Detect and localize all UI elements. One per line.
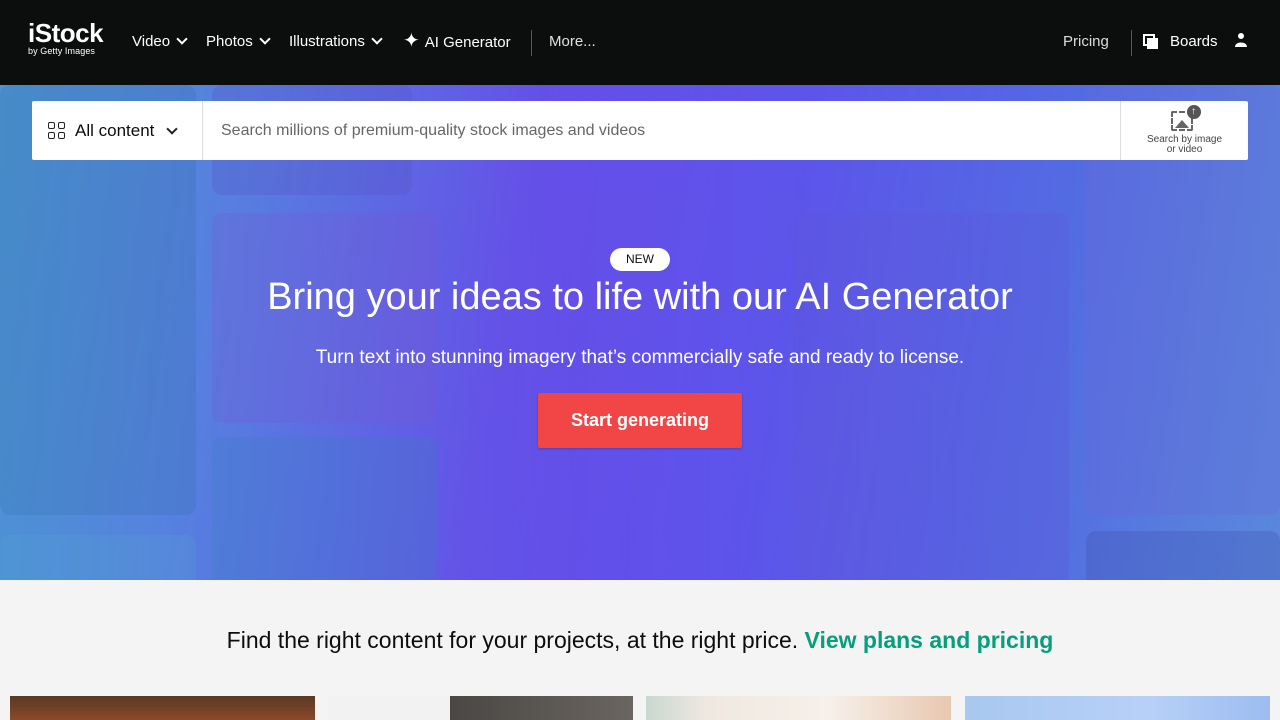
search-input[interactable]	[203, 101, 1120, 160]
featured-image-thumbnail[interactable]	[10, 696, 315, 720]
nav-pricing-label: Pricing	[1063, 33, 1109, 50]
user-icon	[1235, 33, 1247, 47]
nav-illustrations[interactable]: Illustrations	[289, 33, 383, 50]
featured-image-thumbnail[interactable]	[965, 696, 1270, 720]
image-search-label: Search by image	[1146, 133, 1223, 145]
search-bar: All content ↑ Search by image or video	[32, 101, 1248, 160]
logo-subtitle: by Getty Images	[28, 46, 96, 56]
content-filter-label: All content	[75, 120, 155, 140]
chevron-down-icon	[371, 33, 383, 45]
nav-divider	[531, 30, 532, 56]
nav-more-label: More...	[549, 33, 596, 50]
nav-boards-label: Boards	[1170, 33, 1218, 50]
grid-icon	[48, 122, 65, 139]
nav-ai-generator-label: AI Generator	[424, 33, 511, 51]
search-by-image-button[interactable]: ↑ Search by image or video	[1120, 101, 1248, 160]
view-plans-link[interactable]: View plans and pricing	[805, 627, 1054, 653]
logo-wordmark: iStock	[28, 18, 104, 48]
nav-photos[interactable]: Photos	[206, 33, 271, 50]
nav-divider	[1131, 30, 1132, 56]
pricing-promo-text: Find the right content for your projects…	[226, 627, 799, 653]
nav-illustrations-label: Illustrations	[289, 33, 365, 50]
nav-more[interactable]: More...	[549, 33, 596, 50]
sparkle-icon: ✦	[403, 30, 420, 52]
start-generating-button[interactable]: Start generating	[538, 393, 742, 448]
account-button[interactable]	[1235, 32, 1247, 48]
top-navigation: iStock by Getty Images Video Photos Illu…	[0, 0, 1280, 85]
nav-photos-label: Photos	[206, 33, 253, 50]
chevron-down-icon	[259, 33, 271, 45]
nav-video-label: Video	[132, 33, 171, 50]
featured-image-thumbnail[interactable]	[328, 696, 633, 720]
chevron-down-icon	[166, 122, 179, 135]
boards-icon	[1143, 33, 1158, 49]
istock-logo[interactable]: iStock by Getty Images	[28, 18, 104, 56]
image-search-label: or video	[1166, 143, 1203, 155]
new-badge: NEW	[610, 248, 670, 271]
nav-ai-generator[interactable]: ✦ AI Generator	[403, 30, 511, 52]
nav-video[interactable]: Video	[132, 33, 188, 50]
nav-boards[interactable]: Boards	[1143, 33, 1218, 50]
image-search-icon: ↑	[1170, 104, 1201, 133]
featured-image-thumbnail[interactable]	[646, 696, 951, 720]
nav-pricing[interactable]: Pricing	[1063, 33, 1109, 50]
hero-subtitle: Turn text into stunning imagery that’s c…	[315, 347, 965, 368]
chevron-down-icon	[176, 33, 188, 45]
hero-title: Bring your ideas to life with our AI Gen…	[267, 276, 1013, 318]
content-filter-dropdown[interactable]: All content	[32, 101, 203, 160]
pricing-promo: Find the right content for your projects…	[0, 627, 1280, 654]
